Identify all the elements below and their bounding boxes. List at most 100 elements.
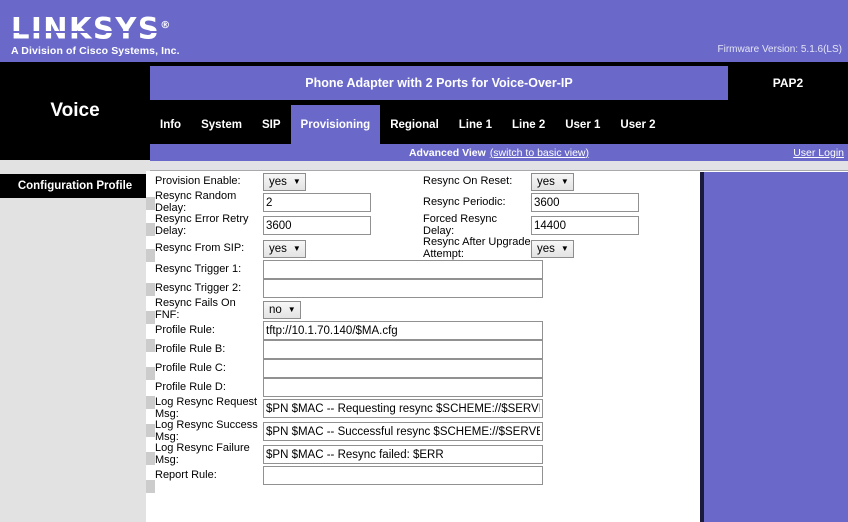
scroll-notch (146, 311, 155, 324)
right-accent-panel (700, 172, 848, 522)
tab-line-1[interactable]: Line 1 (449, 105, 502, 144)
label-log-resync-failure-msg: Log Resync Failure Msg: (155, 442, 250, 466)
tab-user-1[interactable]: User 1 (555, 105, 610, 144)
label-profile-rule-b: Profile Rule B: (155, 342, 226, 355)
scroll-notch (146, 396, 155, 409)
top-banner: LINKSYS® A Division of Cisco Systems, In… (0, 0, 848, 62)
label-provision-enable: Provision Enable: (155, 175, 241, 188)
field-resync-from-sip-cell: yes ▼ (263, 237, 423, 260)
select-resync-fails-on-fnf[interactable]: no ▼ (263, 300, 301, 319)
tab-sip[interactable]: SIP (252, 105, 291, 144)
label-resync-from-sip: Resync From SIP: (155, 241, 245, 254)
product-model: PAP2 (772, 76, 804, 90)
chevron-down-icon: ▼ (292, 177, 301, 186)
field-resync-periodic-cell (531, 191, 691, 214)
switch-to-basic-view-link[interactable]: (switch to basic view) (490, 147, 589, 159)
input-log-resync-failure-msg[interactable] (263, 445, 543, 464)
scroll-notch (146, 424, 155, 437)
label-profile-rule-d: Profile Rule D: (155, 380, 226, 393)
field-log-resync-failure-msg-cell (263, 443, 691, 466)
product-title: Phone Adapter with 2 Ports for Voice-Ove… (150, 66, 728, 100)
tab-provisioning[interactable]: Provisioning (290, 105, 381, 144)
select-provision-enable[interactable]: yes ▼ (263, 173, 306, 191)
field-resync-after-upgrade-attempt-cell: yes ▼ (531, 237, 691, 260)
label-resync-error-retry-delay: Resync Error Retry Delay: (155, 213, 249, 237)
field-report-rule-cell (263, 466, 691, 485)
content-scroll-strip[interactable] (146, 171, 155, 522)
content-top-divider (150, 161, 848, 171)
provisioning-form-panel: Provision Enable: yes ▼ Resync On Reset: … (155, 171, 700, 522)
main-tab-bar: Info System SIP Provisioning Regional Li… (150, 105, 666, 144)
select-resync-from-sip[interactable]: yes ▼ (263, 239, 306, 258)
brand-tagline: A Division of Cisco Systems, Inc. (11, 44, 180, 57)
input-log-resync-success-msg[interactable] (263, 422, 543, 441)
form-row: Resync Random Delay: Resync Periodic: (155, 190, 691, 214)
select-resync-on-reset[interactable]: yes ▼ (531, 173, 574, 191)
label-profile-rule-c: Profile Rule C: (155, 361, 226, 374)
field-resync-fails-on-fnf-cell: no ▼ (263, 298, 691, 321)
tab-system[interactable]: System (191, 105, 252, 144)
scroll-notch (146, 223, 155, 236)
view-mode-group: Advanced View (switch to basic view) (150, 144, 848, 161)
form-row: Resync Error Retry Delay: Forced Resync … (155, 213, 691, 237)
input-resync-trigger-1[interactable] (263, 260, 543, 279)
brand-wordmark: LINKSYS® (11, 11, 170, 44)
input-profile-rule[interactable] (263, 321, 543, 340)
field-profile-rule-d-cell (263, 378, 691, 397)
tab-user-2[interactable]: User 2 (610, 105, 665, 144)
input-resync-trigger-2[interactable] (263, 279, 543, 298)
input-profile-rule-c[interactable] (263, 359, 543, 378)
field-provision-enable-cell: yes ▼ (263, 173, 423, 191)
label-log-resync-request-msg: Log Resync Request Msg: (155, 396, 258, 420)
select-value: yes (537, 176, 555, 188)
view-mode-bar: Advanced View (switch to basic view) Use… (150, 144, 848, 161)
label-resync-after-upgrade-attempt: Resync After Upgrade Attempt: (423, 236, 531, 260)
form-row: Report Rule: (155, 466, 691, 485)
chevron-down-icon: ▼ (287, 304, 296, 314)
field-resync-error-retry-delay-cell (263, 214, 423, 237)
form-row: Log Resync Request Msg: (155, 396, 691, 420)
input-resync-error-retry-delay[interactable] (263, 216, 371, 235)
input-profile-rule-d[interactable] (263, 378, 543, 397)
field-resync-trigger-1-cell (263, 260, 691, 279)
label-forced-resync-delay: Forced Resync Delay: (423, 213, 497, 237)
scroll-notch (146, 452, 155, 465)
linksys-logo: LINKSYS® A Division of Cisco Systems, In… (11, 11, 180, 57)
tab-regional[interactable]: Regional (380, 105, 449, 144)
registered-trademark-icon: ® (160, 20, 171, 31)
label-resync-random-delay: Resync Random Delay: (155, 190, 237, 214)
input-forced-resync-delay[interactable] (531, 216, 639, 235)
logo-strike-rule (13, 31, 160, 33)
form-row: Log Resync Success Msg: (155, 419, 691, 443)
sidebar: Configuration Profile (0, 174, 150, 522)
input-log-resync-request-msg[interactable] (263, 399, 543, 418)
label-profile-rule: Profile Rule: (155, 323, 215, 336)
label-resync-on-reset: Resync On Reset: (423, 175, 513, 188)
page-root: LINKSYS® A Division of Cisco Systems, In… (0, 0, 848, 522)
field-profile-rule-b-cell (263, 340, 691, 359)
brand-name: LINKSYS (11, 11, 161, 46)
select-value: no (269, 303, 282, 316)
field-resync-trigger-2-cell (263, 279, 691, 298)
label-log-resync-success-msg: Log Resync Success Msg: (155, 419, 258, 443)
input-profile-rule-b[interactable] (263, 340, 543, 359)
scroll-notch (146, 283, 155, 296)
label-resync-trigger-1: Resync Trigger 1: (155, 262, 242, 275)
tab-line-2[interactable]: Line 2 (502, 105, 555, 144)
select-value: yes (269, 242, 287, 255)
tab-info[interactable]: Info (150, 105, 191, 144)
label-resync-trigger-2: Resync Trigger 2: (155, 281, 242, 294)
firmware-version: Firmware Version: 5.1.6(LS) (717, 44, 843, 55)
field-profile-rule-cell (263, 321, 691, 340)
chevron-down-icon: ▼ (560, 243, 569, 253)
form-row: Resync Fails On FNF: no ▼ (155, 297, 691, 321)
sidebar-section-configuration-profile: Configuration Profile (0, 174, 150, 198)
select-resync-after-upgrade-attempt[interactable]: yes ▼ (531, 239, 574, 258)
form-row: Profile Rule B: (155, 340, 691, 359)
input-report-rule[interactable] (263, 466, 543, 485)
user-login-link[interactable]: User Login (793, 144, 844, 161)
label-report-rule: Report Rule: (155, 468, 217, 481)
field-resync-on-reset-cell: yes ▼ (531, 173, 691, 191)
input-resync-periodic[interactable] (531, 193, 639, 212)
input-resync-random-delay[interactable] (263, 193, 371, 212)
